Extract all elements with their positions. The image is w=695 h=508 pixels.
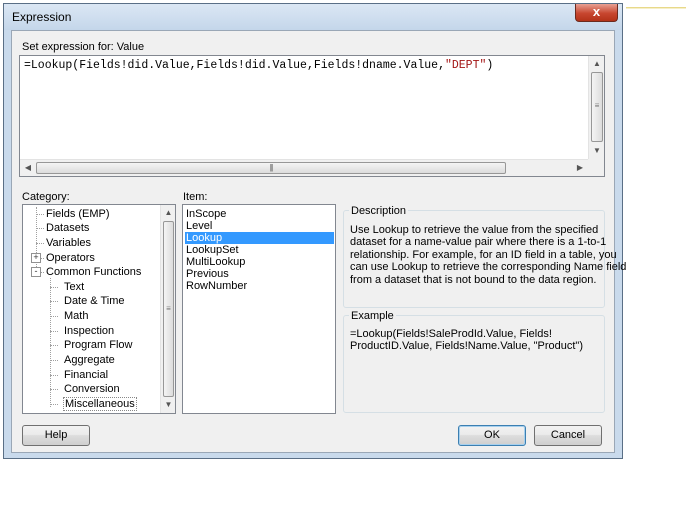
cancel-button[interactable]: Cancel (534, 425, 602, 446)
vertical-scroll-thumb[interactable]: ≡ (591, 72, 603, 142)
category-item-text[interactable]: Text (64, 281, 84, 293)
tree-line (50, 345, 58, 346)
item-previous[interactable]: Previous (185, 268, 334, 280)
example-text: =Lookup(Fields!SaleProdId.Value, Fields!… (350, 328, 583, 353)
scroll-down-icon[interactable]: ▼ (589, 144, 605, 158)
expression-editor[interactable]: =Lookup(Fields!did.Value,Fields!did.Valu… (19, 55, 605, 177)
category-item-math[interactable]: Math (64, 310, 88, 322)
item-rownumber[interactable]: RowNumber (185, 280, 334, 292)
expression-code: =Lookup(Fields!did.Value,Fields!did.Valu… (24, 59, 445, 72)
category-item-fields[interactable]: Fields (EMP) (46, 208, 110, 220)
category-item-aggregate[interactable]: Aggregate (64, 354, 115, 366)
category-scroll-thumb[interactable]: ≡ (163, 221, 174, 397)
category-item-variables[interactable]: Variables (46, 237, 91, 249)
expression-vertical-scrollbar[interactable]: ▲ ≡ ▼ (588, 56, 604, 159)
tree-line (36, 243, 44, 244)
tree-line (36, 214, 44, 215)
category-item-inspection[interactable]: Inspection (64, 325, 114, 337)
tree-line (50, 360, 58, 361)
tree-line (50, 301, 58, 302)
scroll-left-icon[interactable]: ◀ (20, 161, 36, 175)
item-level[interactable]: Level (185, 220, 334, 232)
scroll-up-icon[interactable]: ▲ (589, 57, 605, 71)
tree-line (50, 404, 58, 405)
expression-horizontal-scrollbar[interactable]: ◀ ||| ▶ (20, 159, 588, 176)
expand-plus-icon[interactable]: + (31, 253, 41, 263)
expression-string-literal: "DEPT" (444, 59, 487, 72)
expression-label: Set expression for: Value (22, 41, 145, 53)
example-title: Example (349, 310, 396, 322)
scroll-right-icon[interactable]: ▶ (572, 161, 588, 175)
expression-code-end: ) (486, 59, 494, 72)
description-line: dataset for a name-value pair where ther… (350, 236, 607, 249)
thumb-grip-icon: ||| (269, 163, 273, 172)
item-multilookup[interactable]: MultiLookup (185, 256, 334, 268)
tree-line (41, 272, 44, 273)
category-scrollbar[interactable]: ▲ ≡ ▼ (160, 205, 175, 413)
category-item-date-time[interactable]: Date & Time (64, 295, 125, 307)
scrollbar-corner (588, 159, 604, 176)
description-line: Use Lookup to retrieve the value from th… (350, 224, 599, 236)
window-title: Expression (12, 10, 72, 24)
thumb-grip-icon: ≡ (594, 101, 600, 110)
scroll-down-icon[interactable]: ▼ (161, 398, 176, 412)
example-line: ProductID.Value, Fields!Name.Value, "Pro… (350, 340, 584, 353)
category-item-program-flow[interactable]: Program Flow (64, 339, 132, 351)
description-text: Use Lookup to retrieve the value from th… (350, 224, 626, 286)
category-item-miscellaneous[interactable]: Miscellaneous (63, 397, 137, 411)
tree-line (50, 287, 58, 288)
thumb-grip-icon: ≡ (166, 304, 171, 313)
category-item-conversion[interactable]: Conversion (64, 383, 120, 395)
category-item-common-functions[interactable]: Common Functions (46, 266, 141, 278)
category-tree[interactable]: + - Fields (EMP) Datasets Variables Oper… (22, 204, 176, 414)
category-item-datasets[interactable]: Datasets (46, 222, 89, 234)
tree-line (50, 375, 58, 376)
help-button[interactable]: Help (22, 425, 90, 446)
horizontal-scroll-thumb[interactable]: ||| (36, 162, 506, 174)
ok-button[interactable]: OK (458, 425, 526, 446)
category-label: Category: (22, 191, 70, 203)
item-lookupset[interactable]: LookupSet (185, 244, 334, 256)
item-list[interactable]: InScope Level Lookup LookupSet MultiLook… (182, 204, 336, 414)
description-title: Description (349, 205, 409, 217)
background-window-edge-shadow (626, 8, 686, 9)
item-inscope[interactable]: InScope (185, 208, 334, 220)
tree-line (41, 258, 44, 259)
collapse-minus-icon[interactable]: - (31, 267, 41, 277)
tree-line (36, 228, 44, 229)
description-line: can use Lookup to retrieve the correspon… (350, 261, 627, 274)
tree-line (50, 278, 51, 407)
example-line: =Lookup(Fields!SaleProdId.Value, Fields! (350, 328, 552, 340)
category-item-financial[interactable]: Financial (64, 369, 108, 381)
description-line: relationship. For example, for an ID fie… (350, 248, 617, 261)
tree-line (50, 316, 58, 317)
tree-line (50, 331, 58, 332)
expression-text[interactable]: =Lookup(Fields!did.Value,Fields!did.Valu… (24, 59, 493, 72)
category-item-operators[interactable]: Operators (46, 252, 95, 264)
scroll-up-icon[interactable]: ▲ (161, 206, 176, 220)
close-button[interactable]: x (575, 4, 618, 22)
title-bar[interactable]: Expression x (4, 4, 622, 30)
item-lookup[interactable]: Lookup (185, 232, 334, 244)
item-label: Item: (183, 191, 208, 203)
description-line: from a dataset that is not bound to the … (350, 273, 597, 286)
tree-line (50, 389, 58, 390)
